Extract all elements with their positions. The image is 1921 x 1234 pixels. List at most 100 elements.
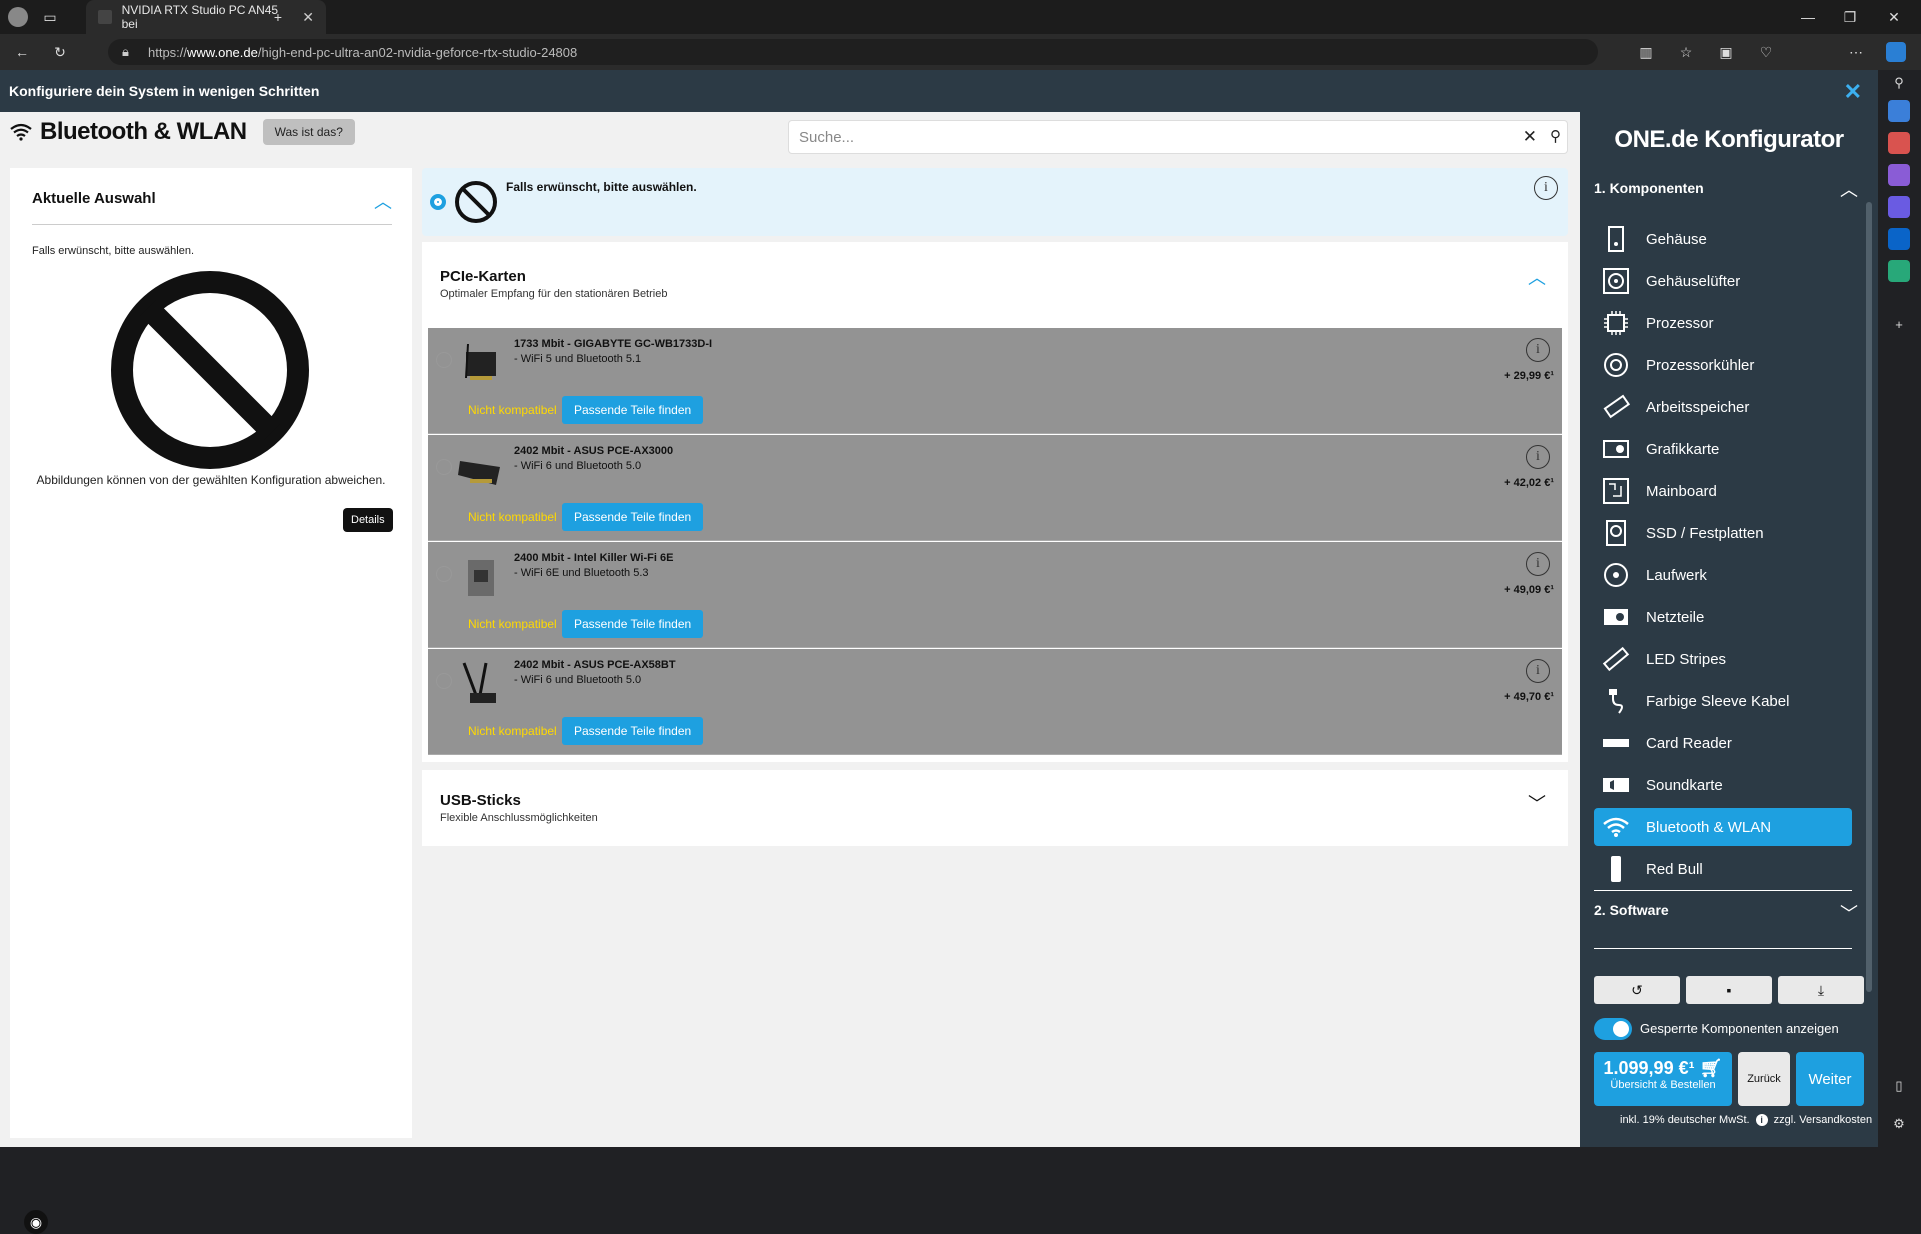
outlook-icon[interactable] (1888, 228, 1910, 250)
product-radio[interactable] (436, 459, 452, 475)
office-icon[interactable] (1888, 196, 1910, 218)
games-icon[interactable] (1888, 164, 1910, 186)
sidebar-item-prozessor[interactable]: Prozessor (1594, 304, 1852, 342)
back-icon[interactable]: ← (12, 42, 32, 62)
clear-search-icon[interactable]: ✕ (1523, 127, 1537, 147)
sidebar-item-farbige-sleeve-kabel[interactable]: Farbige Sleeve Kabel (1594, 682, 1852, 720)
product-radio[interactable] (436, 566, 452, 582)
locked-components-toggle[interactable] (1594, 1018, 1632, 1040)
product-name: 2402 Mbit - ASUS PCE-AX58BT (514, 659, 676, 671)
chevron-up-icon[interactable]: ︿ (1528, 264, 1546, 290)
tab-close-icon[interactable]: ✕ (302, 9, 314, 26)
close-configurator-icon[interactable]: ✕ (1844, 79, 1862, 105)
what-is-this-button[interactable]: Was ist das? (262, 119, 355, 145)
heart-icon[interactable]: ♡ (1756, 42, 1776, 62)
current-selection-subtitle: Falls erwünscht, bitte auswählen. (32, 245, 195, 257)
url-field[interactable]: 🔒︎ https://www.one.de/high-end-pc-ultra-… (108, 39, 1598, 65)
find-matching-parts-button[interactable]: Passende Teile finden (562, 396, 704, 424)
usb-section[interactable]: USB-Sticks Flexible Anschlussmöglichkeit… (422, 770, 1568, 846)
sidebar-item-soundkarte[interactable]: Soundkarte (1594, 766, 1852, 804)
product-radio[interactable] (436, 352, 452, 368)
sidebar-item-bluetooth-wlan[interactable]: Bluetooth & WLAN (1594, 808, 1852, 846)
components-section-title[interactable]: 1. Komponenten (1594, 180, 1704, 196)
collections-icon[interactable]: ▣ (1716, 42, 1736, 62)
top-strip-title: Konfiguriere dein System in wenigen Schr… (9, 83, 320, 99)
minimize-icon[interactable]: — (1798, 7, 1818, 27)
sidebar-item-grafikkarte[interactable]: Grafikkarte (1594, 430, 1852, 468)
software-section-title[interactable]: 2. Software (1594, 902, 1669, 918)
card-reader-icon (1600, 727, 1632, 759)
no-selection-option[interactable]: Falls erwünscht, bitte auswählen. i (422, 168, 1568, 236)
shipping-label[interactable]: zzgl. Versandkosten (1774, 1114, 1872, 1126)
info-icon[interactable]: i (1526, 338, 1550, 362)
search-icon[interactable]: ⚲ (1888, 72, 1910, 94)
sidebar-item-laufwerk[interactable]: Laufwerk (1594, 556, 1852, 594)
settings-icon[interactable]: ⚙ (1888, 1113, 1910, 1135)
chevron-up-icon[interactable]: ︿ (374, 188, 392, 214)
split-screen-icon[interactable]: ▥ (1636, 42, 1656, 62)
sidebar-item-label: Card Reader (1646, 734, 1732, 752)
sidebar-item-label: Soundkarte (1646, 776, 1723, 794)
tax-label: inkl. 19% deutscher MwSt. (1620, 1114, 1750, 1126)
sidebar-item-mainboard[interactable]: Mainboard (1594, 472, 1852, 510)
sidebar-item-netzteile[interactable]: Netzteile (1594, 598, 1852, 636)
info-icon[interactable]: i (1526, 552, 1550, 576)
sidebar-item-card-reader[interactable]: Card Reader (1594, 724, 1852, 762)
chevron-down-icon[interactable]: ﹀ (1840, 900, 1858, 926)
browser-tab[interactable]: NVIDIA RTX Studio PC AN45 bei ✕ (86, 0, 326, 34)
find-matching-parts-button[interactable]: Passende Teile finden (562, 717, 704, 745)
reset-button[interactable]: ↺ (1594, 976, 1680, 1004)
chevron-up-icon[interactable]: ︿ (1840, 176, 1858, 202)
window-close-icon[interactable]: ✕ (1884, 7, 1904, 27)
info-icon[interactable]: i (1526, 659, 1550, 683)
find-matching-parts-button[interactable]: Passende Teile finden (562, 503, 704, 531)
pcie-card-icon (468, 560, 494, 596)
restore-icon[interactable]: ❐ (1840, 7, 1860, 27)
product-row: 2402 Mbit - ASUS PCE-AX3000 - WiFi 6 und… (428, 435, 1562, 541)
sidebar-item-label: Gehäuse (1646, 230, 1707, 248)
search-icon[interactable]: ⚲ (1550, 127, 1561, 145)
info-icon[interactable]: i (1526, 445, 1550, 469)
section-subtitle: Optimaler Empfang für den stationären Be… (440, 288, 668, 300)
sidebar-item-prozessorkuehler[interactable]: Prozessorkühler (1594, 346, 1852, 384)
product-radio[interactable] (436, 673, 452, 689)
url-prefix: https:// (148, 44, 188, 60)
save-button[interactable]: ▪ (1686, 976, 1772, 1004)
profile-avatar[interactable] (8, 7, 28, 27)
sidebar-scrollbar[interactable] (1866, 202, 1872, 992)
more-menu-icon[interactable]: ⋯ (1846, 42, 1866, 62)
sidebar-item-gehaeuse[interactable]: Gehäuse (1594, 220, 1852, 258)
sidebar-item-label: Arbeitsspeicher (1646, 398, 1750, 416)
details-button[interactable]: Details (343, 508, 393, 532)
product-row: 1733 Mbit - GIGABYTE GC-WB1733D-I - WiFi… (428, 328, 1562, 434)
sidebar-item-red-bull[interactable]: Red Bull (1594, 850, 1852, 888)
next-button[interactable]: Weiter (1796, 1052, 1864, 1106)
overview-order-button[interactable]: 1.099,99 €¹ 🛒︎ Übersicht & Bestellen (1594, 1052, 1732, 1106)
favorites-icon[interactable]: ☆ (1676, 42, 1696, 62)
sidebar-toggle-icon[interactable]: ▯ (1888, 1075, 1910, 1097)
cookie-settings-icon[interactable]: ◉ (24, 1210, 48, 1234)
info-icon[interactable]: i (1534, 176, 1558, 200)
cart-icon: 🛒︎ (1699, 1058, 1723, 1078)
url-path: /high-end-pc-ultra-an02-nvidia-geforce-r… (257, 44, 578, 60)
info-icon[interactable]: i (1755, 1114, 1768, 1126)
search-input[interactable]: Suche... ✕ ⚲ (788, 120, 1568, 154)
copilot-icon[interactable] (1886, 42, 1906, 62)
sidebar-item-gehaeuseluefter[interactable]: Gehäuselüfter (1594, 262, 1852, 300)
tab-actions-icon[interactable]: ▭ (40, 7, 60, 27)
selected-radio[interactable] (430, 194, 446, 210)
shopping-icon[interactable] (1888, 100, 1910, 122)
new-tab-icon[interactable]: + (268, 7, 288, 27)
back-button[interactable]: Zurück (1738, 1052, 1790, 1106)
wifi-icon (10, 123, 32, 141)
reload-icon[interactable]: ↻ (50, 42, 70, 62)
chevron-down-icon[interactable]: ﹀ (1528, 790, 1546, 816)
drop-icon[interactable] (1888, 260, 1910, 282)
tools-icon[interactable] (1888, 132, 1910, 154)
download-button[interactable]: ⤓ (1778, 976, 1864, 1004)
find-matching-parts-button[interactable]: Passende Teile finden (562, 610, 704, 638)
sidebar-item-ssd-festplatten[interactable]: SSD / Festplatten (1594, 514, 1852, 552)
sidebar-item-led-stripes[interactable]: LED Stripes (1594, 640, 1852, 678)
sidebar-item-arbeitsspeicher[interactable]: Arbeitsspeicher (1594, 388, 1852, 426)
add-icon[interactable]: + (1888, 313, 1910, 335)
